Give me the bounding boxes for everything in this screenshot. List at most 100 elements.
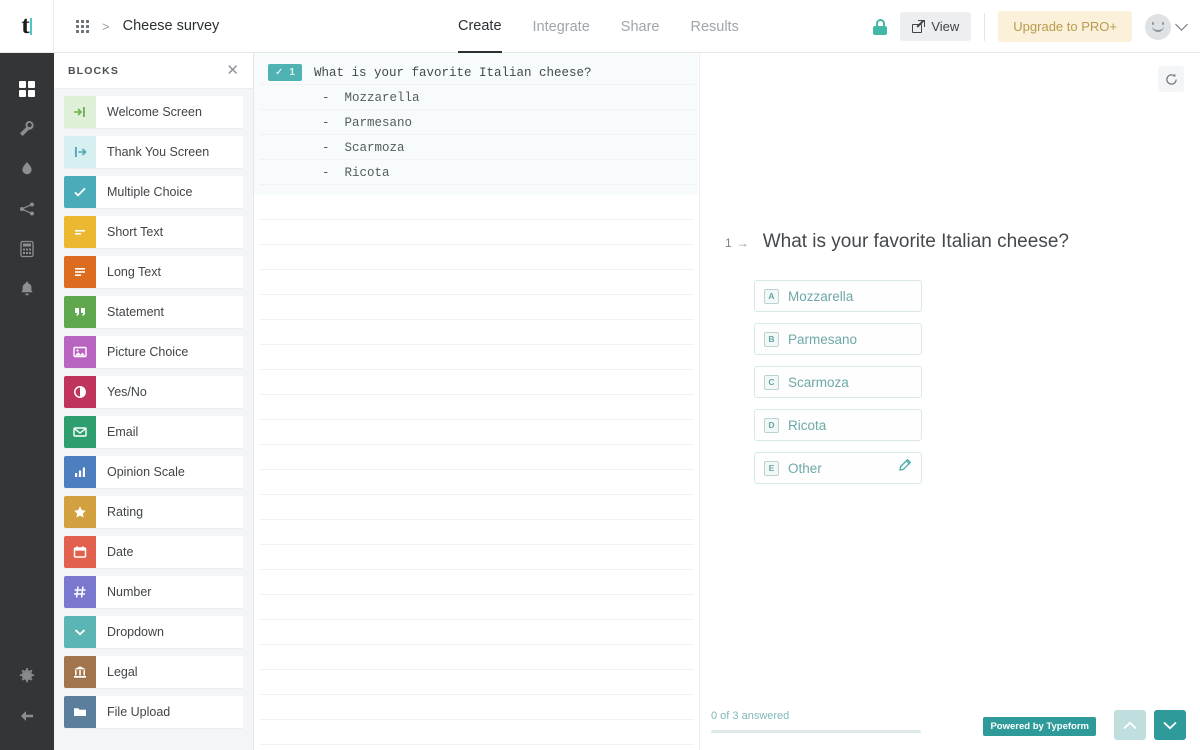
typeform-logo[interactable]: t bbox=[0, 0, 54, 53]
account-menu[interactable] bbox=[1145, 13, 1188, 40]
upgrade-button[interactable]: Upgrade to PRO+ bbox=[998, 11, 1132, 42]
editor-empty-lines[interactable] bbox=[254, 195, 698, 745]
editor-choice-text[interactable]: - Ricota bbox=[268, 166, 390, 180]
editor-empty-line[interactable] bbox=[254, 370, 698, 395]
block-item-file-upload[interactable]: File Upload bbox=[64, 696, 243, 728]
chevron-down-icon bbox=[64, 616, 96, 648]
block-item-dropdown[interactable]: Dropdown bbox=[64, 616, 243, 648]
question-number-badge: ✓ 1 bbox=[268, 64, 302, 81]
form-title[interactable]: Cheese survey bbox=[123, 18, 220, 34]
choice-label: Ricota bbox=[788, 417, 827, 433]
block-item-date[interactable]: Date bbox=[64, 536, 243, 568]
editor-empty-line[interactable] bbox=[254, 695, 698, 720]
arrow-right-icon: → bbox=[736, 236, 749, 250]
editor-question-text[interactable]: What is your favorite Italian cheese? bbox=[314, 66, 592, 80]
block-item-statement[interactable]: Statement bbox=[64, 296, 243, 328]
editor-question-line[interactable]: ✓ 1 What is your favorite Italian cheese… bbox=[254, 60, 698, 85]
editor-choice-text[interactable]: - Parmesano bbox=[268, 116, 412, 130]
editor-choice-line[interactable]: - Ricota bbox=[254, 160, 698, 185]
block-item-number[interactable]: Number bbox=[64, 576, 243, 608]
editor-empty-line[interactable] bbox=[254, 495, 698, 520]
half-circle-icon bbox=[74, 386, 86, 398]
block-item-short-text[interactable]: Short Text bbox=[64, 216, 243, 248]
editor-empty-line[interactable] bbox=[254, 520, 698, 545]
block-item-yes-no[interactable]: Yes/No bbox=[64, 376, 243, 408]
smiley-avatar-icon bbox=[1145, 13, 1171, 40]
block-item-label: Thank You Screen bbox=[107, 145, 210, 159]
editor-empty-line[interactable] bbox=[254, 295, 698, 320]
close-icon[interactable]: ✕ bbox=[226, 63, 239, 78]
preview-next-button[interactable] bbox=[1154, 710, 1186, 740]
breadcrumb-separator: > bbox=[102, 18, 110, 34]
logo-cursor bbox=[29, 18, 32, 35]
editor-empty-line[interactable] bbox=[254, 445, 698, 470]
top-bar: t > Cheese survey Create Integrate Share… bbox=[0, 0, 1200, 53]
tab-integrate[interactable]: Integrate bbox=[533, 0, 590, 53]
refresh-button[interactable] bbox=[1158, 66, 1184, 92]
preview-choice-d[interactable]: D Ricota bbox=[754, 409, 922, 441]
question-block[interactable]: ✓ 1 What is your favorite Italian cheese… bbox=[254, 53, 698, 195]
rail-item-calculator[interactable] bbox=[0, 229, 54, 269]
editor-empty-line[interactable] bbox=[254, 545, 698, 570]
editor-empty-line[interactable] bbox=[254, 195, 698, 220]
image-icon bbox=[64, 336, 96, 368]
tab-share[interactable]: Share bbox=[621, 0, 660, 53]
check-icon bbox=[74, 187, 86, 197]
rail-item-settings[interactable] bbox=[0, 656, 54, 696]
block-item-long-text[interactable]: Long Text bbox=[64, 256, 243, 288]
powered-by-badge[interactable]: Powered by Typeform bbox=[983, 717, 1096, 736]
editor-empty-line[interactable] bbox=[254, 270, 698, 295]
editor-empty-line[interactable] bbox=[254, 595, 698, 620]
editor-empty-line[interactable] bbox=[254, 320, 698, 345]
editor-empty-line[interactable] bbox=[254, 420, 698, 445]
preview-choice-e[interactable]: E Other bbox=[754, 452, 922, 484]
editor-empty-line[interactable] bbox=[254, 620, 698, 645]
block-item-multiple-choice[interactable]: Multiple Choice bbox=[64, 176, 243, 208]
refresh-icon bbox=[1165, 73, 1177, 85]
rail-item-notifications[interactable] bbox=[0, 269, 54, 309]
block-item-opinion-scale[interactable]: Opinion Scale bbox=[64, 456, 243, 488]
editor-choice-line[interactable]: - Parmesano bbox=[254, 110, 698, 135]
rail-item-logic[interactable] bbox=[0, 189, 54, 229]
editor-empty-line[interactable] bbox=[254, 670, 698, 695]
rail-item-theme[interactable] bbox=[0, 149, 54, 189]
tab-results[interactable]: Results bbox=[690, 0, 738, 53]
rail-item-back[interactable] bbox=[0, 696, 54, 736]
block-item-email[interactable]: Email bbox=[64, 416, 243, 448]
editor-choice-line[interactable]: - Scarmoza bbox=[254, 135, 698, 160]
preview-prev-button[interactable] bbox=[1114, 710, 1146, 740]
editor-empty-line[interactable] bbox=[254, 570, 698, 595]
editor-choice-text[interactable]: - Mozzarella bbox=[268, 91, 420, 105]
editor-empty-line[interactable] bbox=[254, 220, 698, 245]
rail-item-design[interactable] bbox=[0, 109, 54, 149]
question-editor[interactable]: ✓ 1 What is your favorite Italian cheese… bbox=[254, 53, 698, 750]
view-button[interactable]: View bbox=[900, 12, 972, 41]
tab-create[interactable]: Create bbox=[458, 0, 502, 53]
folder-icon bbox=[74, 708, 86, 716]
editor-empty-line[interactable] bbox=[254, 645, 698, 670]
editor-empty-line[interactable] bbox=[254, 470, 698, 495]
rail-item-blocks[interactable] bbox=[0, 69, 54, 109]
editor-choice-line[interactable]: - Mozzarella bbox=[254, 85, 698, 110]
arrow-to-line-right-icon bbox=[74, 107, 85, 117]
pencil-icon[interactable] bbox=[897, 458, 912, 478]
editor-choice-text[interactable]: - Scarmoza bbox=[268, 141, 405, 155]
editor-empty-line[interactable] bbox=[254, 720, 698, 745]
apps-grid-icon[interactable] bbox=[76, 19, 89, 33]
preview-choice-b[interactable]: B Parmesano bbox=[754, 323, 922, 355]
block-item-rating[interactable]: Rating bbox=[64, 496, 243, 528]
lock-icon[interactable] bbox=[873, 18, 888, 35]
short-lines-icon bbox=[75, 230, 85, 235]
editor-empty-line[interactable] bbox=[254, 395, 698, 420]
preview-choice-a[interactable]: A Mozzarella bbox=[754, 280, 922, 312]
preview-choice-c[interactable]: C Scarmoza bbox=[754, 366, 922, 398]
block-item-legal[interactable]: Legal bbox=[64, 656, 243, 688]
block-item-label: Welcome Screen bbox=[107, 105, 202, 119]
editor-empty-line[interactable] bbox=[254, 245, 698, 270]
block-item-picture-choice[interactable]: Picture Choice bbox=[64, 336, 243, 368]
progress-label: 0 of 3 answered bbox=[711, 710, 790, 722]
editor-empty-line[interactable] bbox=[254, 345, 698, 370]
block-item-thank-you-screen[interactable]: Thank You Screen bbox=[64, 136, 243, 168]
block-item-welcome-screen[interactable]: Welcome Screen bbox=[64, 96, 243, 128]
long-lines-icon bbox=[75, 268, 85, 276]
